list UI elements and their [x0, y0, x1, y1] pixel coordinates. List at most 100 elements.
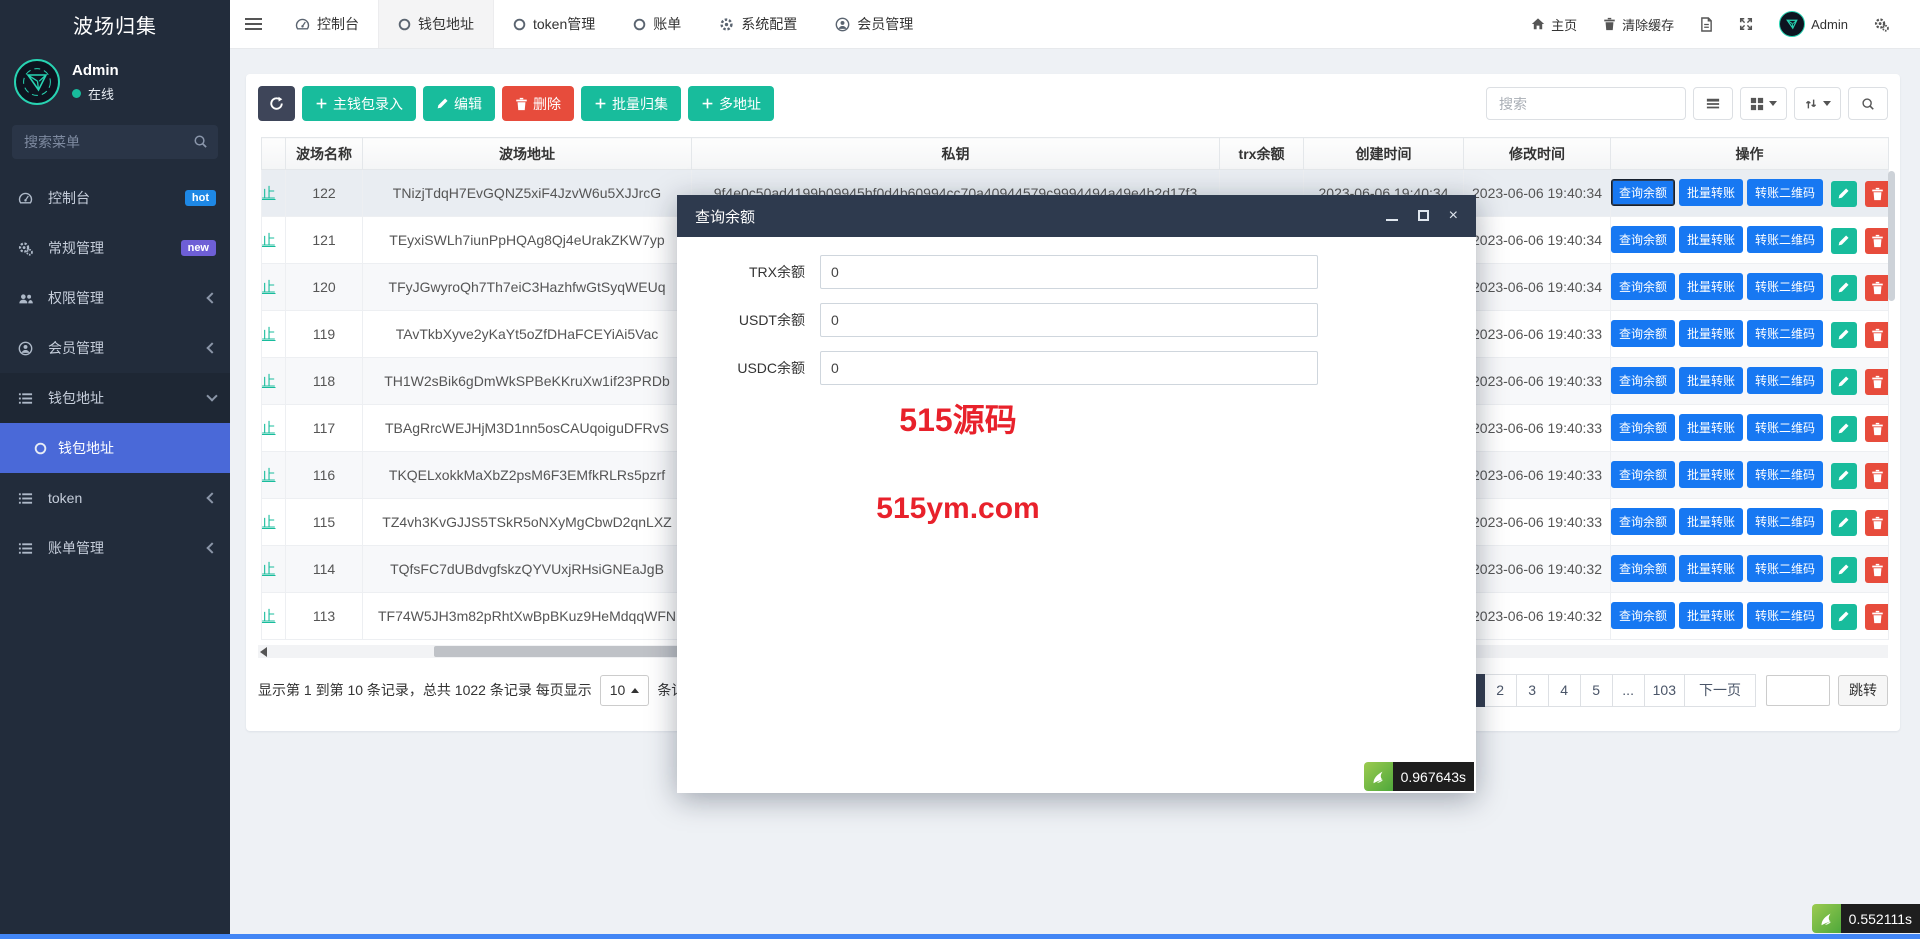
row-action-transfer-qrcode[interactable]: 转账二维码 — [1747, 414, 1824, 442]
row-stop-link[interactable]: 止 — [263, 230, 276, 250]
row-action-batch-transfer[interactable]: 批量转账 — [1679, 226, 1744, 254]
row-action-transfer-qrcode[interactable]: 转账二维码 — [1747, 367, 1824, 395]
column-header[interactable]: 操作 — [1610, 137, 1889, 170]
row-delete-button[interactable] — [1864, 274, 1888, 301]
row-delete-button[interactable] — [1864, 321, 1888, 348]
column-header[interactable]: 波场地址 — [362, 137, 692, 170]
row-stop-link[interactable]: 止 — [263, 183, 276, 203]
row-stop-link[interactable]: 止 — [263, 371, 276, 391]
row-action-batch-transfer[interactable]: 批量转账 — [1679, 602, 1744, 630]
row-edit-button[interactable] — [1830, 462, 1857, 489]
menu-search-input[interactable] — [12, 125, 218, 159]
row-delete-button[interactable] — [1864, 462, 1888, 489]
row-action-query-balance[interactable]: 查询余额 — [1611, 555, 1676, 583]
next-page-button[interactable]: 下一页 — [1685, 673, 1756, 707]
sidebar-item-wallet[interactable]: 钱包地址 — [0, 373, 230, 423]
row-action-transfer-qrcode[interactable]: 转账二维码 — [1747, 179, 1824, 207]
maximize-icon[interactable] — [1417, 209, 1429, 223]
tab-token[interactable]: token管理 — [494, 0, 614, 48]
add-main-wallet-button[interactable]: 主钱包录入 — [302, 86, 416, 121]
row-stop-link[interactable]: 止 — [263, 324, 276, 344]
sidebar-item-token[interactable]: token — [0, 473, 230, 523]
row-action-query-balance[interactable]: 查询余额 — [1611, 367, 1676, 395]
trx-balance-input[interactable] — [820, 255, 1318, 289]
row-action-batch-transfer[interactable]: 批量转账 — [1679, 461, 1744, 489]
toggle-view-button[interactable] — [1693, 87, 1733, 120]
refresh-button[interactable] — [258, 86, 295, 121]
row-action-query-balance[interactable]: 查询余额 — [1611, 179, 1676, 207]
page-4[interactable]: 4 — [1548, 673, 1581, 707]
tab-system-config[interactable]: 系统配置 — [700, 0, 816, 48]
dialog-titlebar[interactable]: 查询余额 × — [677, 195, 1476, 237]
row-action-transfer-qrcode[interactable]: 转账二维码 — [1747, 320, 1824, 348]
exec-time-badge[interactable]: 0.967643s — [1363, 762, 1474, 791]
row-action-transfer-qrcode[interactable]: 转账二维码 — [1747, 461, 1824, 489]
edit-button[interactable]: 编辑 — [423, 86, 495, 121]
row-delete-button[interactable] — [1864, 509, 1888, 536]
sidebar-item-general[interactable]: 常规管理 new — [0, 223, 230, 273]
row-edit-button[interactable] — [1830, 603, 1857, 630]
table-search-input[interactable] — [1486, 87, 1686, 120]
row-edit-button[interactable] — [1830, 274, 1857, 301]
batch-collect-button[interactable]: 批量归集 — [581, 86, 681, 121]
row-stop-link[interactable]: 止 — [263, 465, 276, 485]
minimize-icon[interactable] — [1385, 209, 1398, 223]
row-action-batch-transfer[interactable]: 批量转账 — [1679, 179, 1744, 207]
row-stop-link[interactable]: 止 — [263, 559, 276, 579]
navbar-admin-user[interactable]: Admin — [1766, 0, 1861, 49]
row-stop-link[interactable]: 止 — [263, 418, 276, 438]
row-action-batch-transfer[interactable]: 批量转账 — [1679, 367, 1744, 395]
navbar-home[interactable]: 主页 — [1518, 0, 1590, 49]
row-delete-button[interactable] — [1864, 556, 1888, 583]
row-action-batch-transfer[interactable]: 批量转账 — [1679, 414, 1744, 442]
tab-wallet-address[interactable]: 钱包地址 — [378, 0, 494, 48]
row-delete-button[interactable] — [1864, 415, 1888, 442]
scroll-left-arrow-icon[interactable] — [260, 646, 267, 657]
navbar-settings[interactable] — [1861, 0, 1902, 49]
jump-page-input[interactable] — [1766, 674, 1830, 706]
row-edit-button[interactable] — [1830, 321, 1857, 348]
row-delete-button[interactable] — [1864, 180, 1888, 207]
table-vertical-scrollbar[interactable] — [1888, 171, 1895, 301]
page-2[interactable]: 2 — [1484, 673, 1517, 707]
page-exec-time-badge[interactable]: 0.552111s — [1811, 904, 1920, 933]
export-button[interactable] — [1794, 87, 1841, 120]
navbar-page-refresh[interactable] — [1687, 0, 1726, 49]
page-103[interactable]: 103 — [1644, 673, 1685, 707]
sidebar-item-bill[interactable]: 账单管理 — [0, 523, 230, 573]
sidebar-item-dashboard[interactable]: 控制台 hot — [0, 173, 230, 223]
jump-button[interactable]: 跳转 — [1838, 674, 1888, 706]
row-delete-button[interactable] — [1864, 368, 1888, 395]
page-5[interactable]: 5 — [1580, 673, 1613, 707]
usdt-balance-input[interactable] — [820, 303, 1318, 337]
row-stop-link[interactable]: 止 — [263, 606, 276, 626]
row-action-batch-transfer[interactable]: 批量转账 — [1679, 320, 1744, 348]
row-action-batch-transfer[interactable]: 批量转账 — [1679, 273, 1744, 301]
row-edit-button[interactable] — [1830, 556, 1857, 583]
row-action-query-balance[interactable]: 查询余额 — [1611, 273, 1676, 301]
tab-member[interactable]: 会员管理 — [816, 0, 932, 48]
row-action-batch-transfer[interactable]: 批量转账 — [1679, 555, 1744, 583]
row-action-query-balance[interactable]: 查询余额 — [1611, 508, 1676, 536]
page-3[interactable]: 3 — [1516, 673, 1549, 707]
navbar-fullscreen[interactable] — [1726, 0, 1766, 49]
column-header[interactable]: trx余额 — [1219, 137, 1304, 170]
row-action-query-balance[interactable]: 查询余额 — [1611, 461, 1676, 489]
row-delete-button[interactable] — [1864, 603, 1888, 630]
page-ellipsis[interactable]: ... — [1612, 673, 1645, 707]
row-edit-button[interactable] — [1830, 180, 1857, 207]
row-action-transfer-qrcode[interactable]: 转账二维码 — [1747, 273, 1824, 301]
sidebar-item-member[interactable]: 会员管理 — [0, 323, 230, 373]
column-header[interactable]: 修改时间 — [1463, 137, 1611, 170]
hamburger-menu-icon[interactable] — [230, 0, 276, 48]
search-toggle-button[interactable] — [1848, 87, 1888, 120]
row-edit-button[interactable] — [1830, 415, 1857, 442]
row-action-batch-transfer[interactable]: 批量转账 — [1679, 508, 1744, 536]
row-action-query-balance[interactable]: 查询余额 — [1611, 414, 1676, 442]
row-action-transfer-qrcode[interactable]: 转账二维码 — [1747, 508, 1824, 536]
column-header[interactable]: 波场名称 — [285, 137, 363, 170]
column-header[interactable]: 创建时间 — [1303, 137, 1464, 170]
row-action-transfer-qrcode[interactable]: 转账二维码 — [1747, 602, 1824, 630]
column-header[interactable] — [261, 137, 286, 170]
row-action-query-balance[interactable]: 查询余额 — [1611, 226, 1676, 254]
